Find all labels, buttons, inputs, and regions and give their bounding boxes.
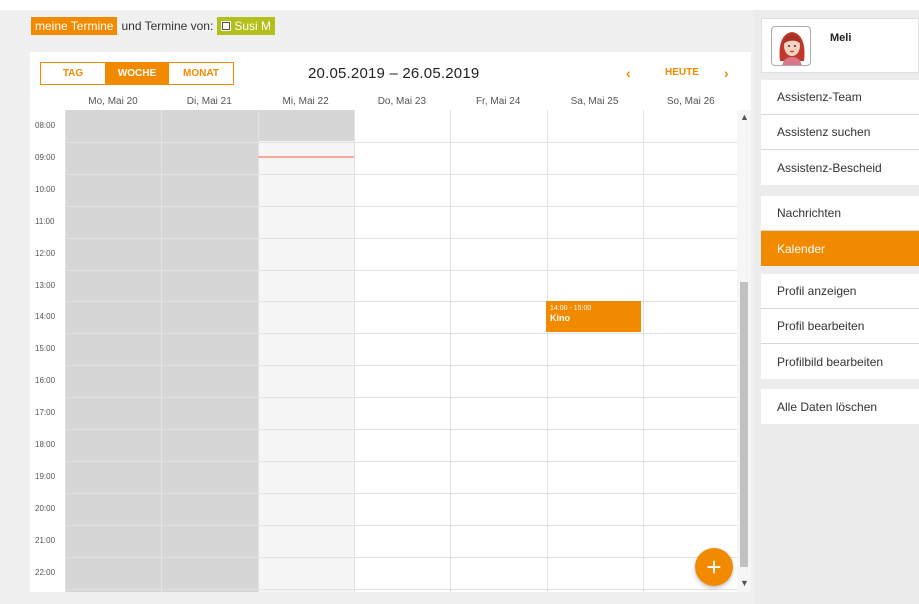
hour-gridline (65, 205, 737, 207)
sidebar-item-assistenz-bescheid[interactable]: Assistenz-Bescheid (761, 150, 919, 185)
hour-label: 09:00 (35, 152, 56, 162)
day-header[interactable]: Mo, Mai 20 (65, 96, 161, 107)
hour-label: 15:00 (35, 344, 56, 354)
week-calendar: TAG WOCHE MONAT 20.05.2019 – 26.05.2019 … (30, 52, 751, 592)
day-gridline (65, 110, 66, 592)
hour-gridline (65, 556, 737, 558)
calendar-scrollbar[interactable]: ▲ ▼ (737, 110, 751, 592)
time-grid[interactable]: 08:00 09:00 10:00 11:00 12:00 13:00 14:00 15:00… (30, 110, 741, 592)
calendar-event[interactable]: 14:00 - 15:00 Kino (546, 301, 641, 332)
day-gridline (546, 110, 548, 592)
add-event-button[interactable]: + (695, 548, 733, 586)
hour-gridline (65, 429, 737, 430)
hour-label: 10:00 (35, 184, 56, 194)
sidebar-item-assistenz-team[interactable]: Assistenz-Team (761, 80, 919, 115)
hour-label: 22:00 (35, 567, 56, 577)
day-column[interactable] (450, 110, 547, 592)
day-header-row: Mo, Mai 20 Di, Mai 21 Mi, Mai 22 Do, Mai 23… (30, 96, 751, 110)
person-filter-checkbox[interactable] (221, 21, 232, 31)
day-header[interactable]: So, Mai 26 (643, 96, 739, 107)
person-filter-label: Susi M (234, 19, 272, 33)
view-month-button[interactable]: MONAT (169, 63, 233, 84)
scroll-down-icon[interactable]: ▼ (740, 578, 749, 588)
hour-gridline (65, 460, 737, 462)
sidebar-item-profilbild-bearbeiten[interactable]: Profilbild bearbeiten (761, 344, 919, 379)
hour-gridline (65, 141, 737, 143)
hour-gridline (65, 173, 737, 175)
day-gridline (161, 110, 163, 592)
today-button[interactable]: HEUTE (665, 67, 699, 78)
day-gridline (642, 110, 644, 592)
profile-name: Meli (830, 32, 852, 44)
calendar-filter: meine Termine und Termine von: Susi M (31, 17, 276, 35)
day-header[interactable]: Di, Mai 21 (161, 96, 257, 107)
hour-gridline (65, 365, 737, 367)
day-column[interactable] (257, 110, 354, 592)
hour-label: 21:00 (35, 535, 56, 545)
day-gridline (450, 110, 452, 592)
view-switcher: TAG WOCHE MONAT (40, 62, 234, 85)
sidebar-menu-group: Nachrichten Kalender (761, 196, 919, 266)
hour-gridline (65, 524, 737, 526)
hour-label: 13:00 (35, 280, 56, 290)
event-time: 14:00 - 15:00 (550, 305, 592, 312)
day-column[interactable] (161, 110, 258, 592)
hour-gridline (65, 588, 737, 590)
day-column[interactable] (65, 110, 162, 592)
view-day-button[interactable]: TAG (41, 63, 105, 84)
chevron-right-icon[interactable]: › (724, 65, 729, 81)
hour-label: 11:00 (35, 216, 55, 226)
day-column[interactable] (642, 110, 740, 592)
scroll-up-icon[interactable]: ▲ (740, 112, 749, 122)
hour-label: 16:00 (35, 376, 56, 386)
own-appointments-badge[interactable]: meine Termine (31, 17, 118, 35)
day-gridline (257, 110, 259, 592)
hour-label: 08:00 (35, 121, 56, 130)
day-header[interactable]: Fr, Mai 24 (450, 96, 546, 107)
day-column[interactable] (546, 110, 643, 592)
event-title: Kino (550, 313, 570, 323)
hour-label: 14:00 (35, 312, 56, 322)
hour-gridline (65, 397, 737, 399)
view-week-button[interactable]: WOCHE (105, 63, 169, 84)
current-time-indicator (257, 156, 354, 158)
sidebar-item-assistenz-suchen[interactable]: Assistenz suchen (761, 115, 919, 150)
sidebar-item-nachrichten[interactable]: Nachrichten (761, 196, 919, 231)
day-header[interactable]: Sa, Mai 25 (547, 96, 643, 107)
date-range-title: 20.05.2019 – 26.05.2019 (308, 65, 480, 82)
day-gridline (353, 110, 355, 592)
sidebar-item-alle-daten-löschen[interactable]: Alle Daten löschen (761, 389, 919, 424)
sidebar-menu-group: Alle Daten löschen (761, 389, 919, 424)
day-header[interactable]: Do, Mai 23 (354, 96, 450, 107)
hour-gridline (65, 333, 737, 335)
day-header[interactable]: Mi, Mai 22 (258, 96, 354, 107)
hour-label: 19:00 (35, 471, 56, 481)
hour-label: 17:00 (35, 408, 56, 418)
filter-connector-text: und Termine von: (121, 19, 214, 33)
person-filter-badge[interactable]: Susi M (217, 17, 276, 35)
sidebar-item-kalender[interactable]: Kalender (761, 231, 919, 266)
calendar-toolbar: TAG WOCHE MONAT 20.05.2019 – 26.05.2019 … (30, 52, 751, 96)
hour-gridline (65, 269, 737, 271)
hour-label: 20:00 (35, 503, 56, 513)
hour-gridline (65, 492, 737, 494)
avatar-icon (779, 32, 805, 65)
hour-label: 12:00 (35, 248, 56, 258)
day-column[interactable] (353, 110, 451, 592)
sidebar-item-profil-anzeigen[interactable]: Profil anzeigen (761, 274, 919, 309)
sidebar-menu-group: Profil anzeigen Profil bearbeiten Profilbi… (761, 274, 919, 379)
chevron-left-icon[interactable]: ‹ (626, 65, 631, 81)
sidebar-item-profil-bearbeiten[interactable]: Profil bearbeiten (761, 309, 919, 344)
profile-card[interactable]: Meli (761, 18, 919, 73)
avatar[interactable] (771, 26, 811, 66)
sidebar-menu-group: Assistenz-Team Assistenz suchen Assistenz-… (761, 80, 919, 185)
hour-label: 18:00 (35, 440, 56, 449)
scrollbar-thumb[interactable] (740, 282, 748, 567)
hour-gridline (65, 237, 737, 239)
